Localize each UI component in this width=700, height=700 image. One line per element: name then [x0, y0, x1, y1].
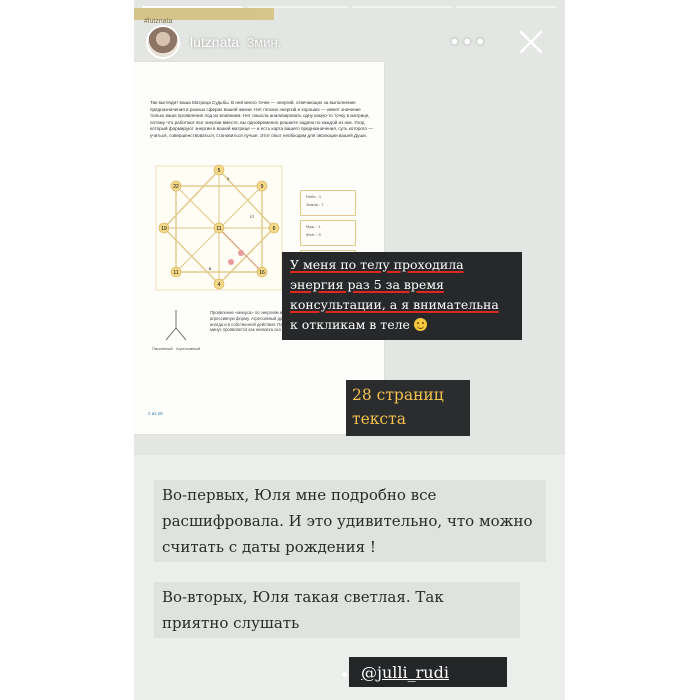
pages-line-1: 28 страниц [352, 386, 444, 404]
more-dots-icon[interactable]: ••• [449, 32, 487, 52]
matrix-number: 17 [250, 214, 255, 219]
progress-segment [351, 6, 453, 8]
first-text-box: Во-первых, Юля мне подробно все расшифро… [154, 480, 546, 562]
destiny-matrix-diagram: 5 22 9 19 11 6 11 4 16 17 8 3 [155, 164, 283, 291]
matrix-number: 22 [173, 184, 179, 190]
energy-text-sticker: У меня по телу проходила энергия раз 5 з… [282, 252, 522, 340]
story-header: lutznata 3мин. ••• [146, 22, 553, 62]
close-icon[interactable] [515, 26, 547, 58]
matrix-number: 5 [218, 168, 221, 174]
energy-line-4: к откликам в теле [290, 317, 410, 332]
matrix-number: 6 [273, 226, 276, 232]
top-tab-strip: #lutznata [134, 8, 274, 25]
mention-handle[interactable]: @julli_rudi [361, 663, 449, 682]
progress-segment [456, 6, 557, 8]
matrix-number: 9 [261, 184, 264, 190]
side-box-line: Небо : 1 [306, 194, 322, 199]
story-viewer[interactable]: #lutznata Так выглядит ваша Матрица Судь… [134, 0, 565, 700]
side-box-line: Жен. : 9 [306, 232, 321, 237]
mention-dot [342, 672, 347, 677]
document-paragraph: Так выглядит ваша Матрица Судьбы. В ней … [150, 100, 373, 138]
document-photo: Так выглядит ваша Матрица Судьбы. В ней … [134, 62, 384, 434]
matrix-number: 11 [216, 226, 221, 232]
side-box: Муж. : 1 Жен. : 9 [300, 220, 356, 246]
side-box: Небо : 1 Земля : 7 [300, 190, 356, 216]
matrix-number: 11 [173, 270, 178, 276]
pages-sticker: 28 страниц текста [346, 380, 470, 436]
aggressive-label: Агрессивный [176, 346, 200, 351]
pages-line-2: текста [352, 410, 406, 428]
side-box-line: Земля : 7 [306, 202, 324, 207]
smile-emoji-icon [413, 318, 427, 331]
matrix-number: 19 [161, 226, 167, 232]
energy-line-2: энергия раз 5 за время [290, 277, 444, 292]
story-progress [142, 6, 557, 8]
side-box-line: Муж. : 1 [306, 224, 321, 229]
document-page-number: 2 из 28 [148, 411, 163, 416]
passive-aggressive-figure: Пассивный Агрессивный [152, 310, 200, 351]
mention-sticker[interactable]: @julli_rudi [349, 657, 507, 687]
energy-line-1: У меня по телу проходила [290, 257, 464, 272]
matrix-number: 4 [218, 282, 221, 288]
avatar[interactable] [146, 25, 180, 59]
progress-segment [142, 6, 243, 8]
matrix-heart [238, 250, 244, 256]
matrix-number: 16 [259, 270, 265, 276]
story-time: 3мин. [247, 34, 282, 50]
second-text-box: Во-вторых, Юля такая светлая. Так приятн… [154, 582, 520, 638]
passive-label: Пассивный [152, 346, 173, 351]
username[interactable]: lutznata [190, 34, 239, 50]
progress-segment [246, 6, 348, 8]
matrix-heart [228, 259, 234, 265]
energy-line-3: консультации, а я внимательна [290, 297, 499, 312]
